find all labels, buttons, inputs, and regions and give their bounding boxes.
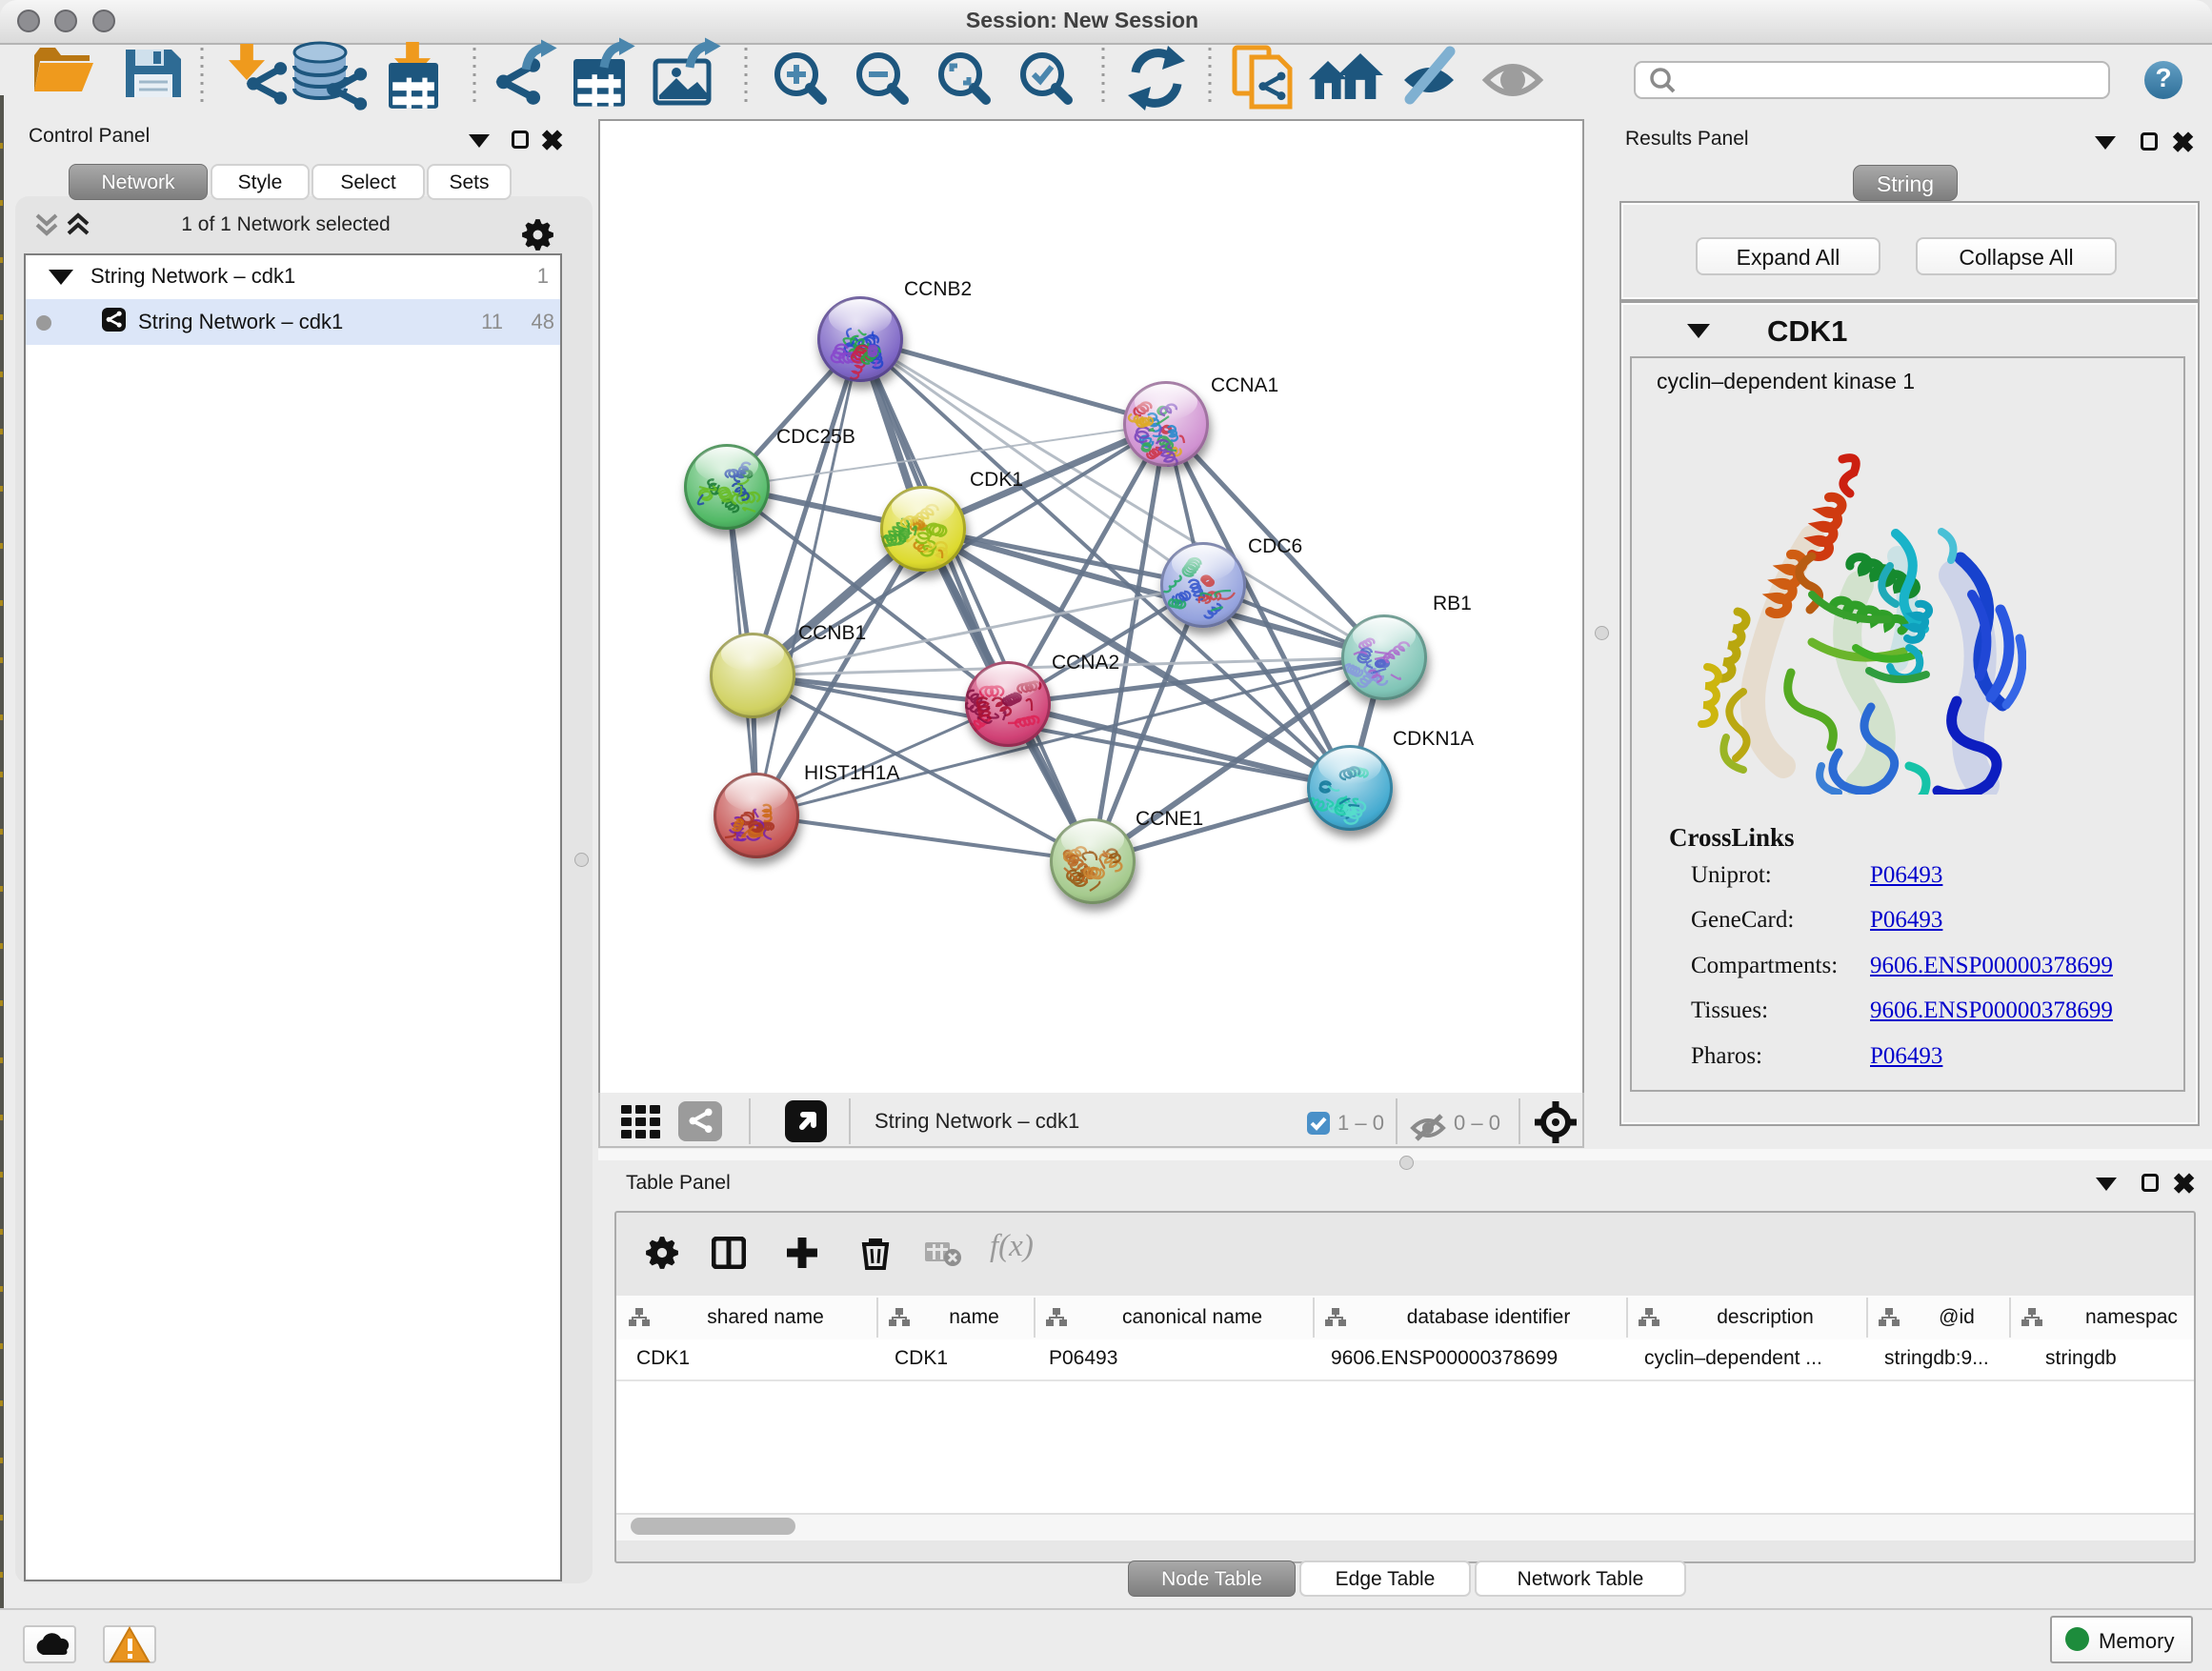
svg-text:CCNA1: CCNA1: [1211, 374, 1278, 396]
svg-text:CDC6: CDC6: [1248, 535, 1302, 557]
svg-text:HIST1H1A: HIST1H1A: [804, 762, 899, 784]
svg-text:CCNE1: CCNE1: [1136, 808, 1203, 830]
svg-text:CCNB1: CCNB1: [798, 622, 866, 644]
svg-text:CCNB2: CCNB2: [904, 278, 972, 300]
svg-text:CDK1: CDK1: [970, 469, 1023, 491]
svg-text:RB1: RB1: [1433, 593, 1472, 614]
svg-text:CDKN1A: CDKN1A: [1393, 728, 1474, 750]
svg-text:CCNA2: CCNA2: [1052, 652, 1119, 674]
svg-text:CDC25B: CDC25B: [776, 426, 855, 448]
